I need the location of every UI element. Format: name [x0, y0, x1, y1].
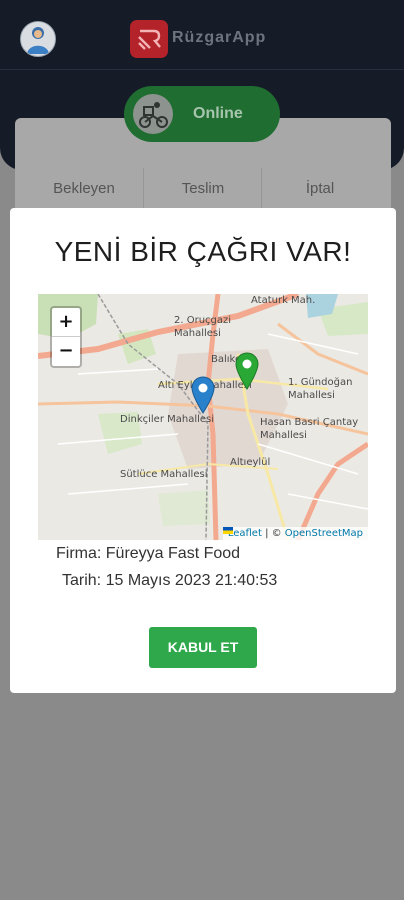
company-info: Firma: Füreyya Fast Food	[56, 545, 241, 562]
map-label: 2. Oruçgazi Mahallesi	[174, 315, 232, 339]
map-label: 1. Gündoğan Mahallesi	[288, 377, 353, 401]
tab-bekleyen[interactable]: Bekleyen	[25, 180, 143, 197]
map-label: Ataturk Mah.	[251, 295, 316, 306]
app-name: RüzgarApp	[172, 29, 267, 46]
online-toggle[interactable]: Online	[124, 86, 280, 142]
modal-title: YENİ BİR ÇAĞRI VAR!	[54, 236, 352, 267]
osm-link[interactable]: OpenStreetMap	[285, 528, 363, 539]
map-label: Altıeylül	[230, 457, 271, 468]
header-divider	[0, 69, 404, 70]
zoom-out-button[interactable]: −	[52, 337, 80, 365]
online-status-label: Online	[193, 105, 243, 122]
leaflet-link[interactable]: Leaflet	[228, 528, 262, 539]
tab-teslim[interactable]: Teslim	[144, 180, 262, 197]
tab-iptal[interactable]: İptal	[261, 180, 379, 197]
order-map[interactable]: Ataturk Mah. 2. Oruçgazi Mahallesi Balık…	[38, 294, 368, 540]
map-label: Sütlüce Mahallesi	[120, 469, 208, 480]
date-info: Tarih: 15 Mayıs 2023 21:40:53	[62, 572, 278, 589]
app-logo	[130, 20, 168, 58]
ukraine-flag-icon	[222, 527, 233, 534]
attribution-separator: | ©	[261, 528, 285, 539]
courier-avatar-icon	[27, 27, 49, 54]
profile-avatar[interactable]	[20, 21, 56, 57]
wind-logo-icon	[138, 29, 161, 50]
accept-button[interactable]: KABUL ET	[149, 627, 257, 668]
zoom-in-button[interactable]: +	[52, 308, 80, 337]
courier-scooter-icon	[133, 94, 173, 134]
map-label: Dinkçiler Mahallesi	[120, 414, 215, 425]
new-call-modal: YENİ BİR ÇAĞRI VAR! Ataturk Mah. 2. Oruç…	[10, 208, 396, 693]
map-label: Hasan Basri Çantay Mahallesi	[260, 417, 359, 441]
zoom-control: + −	[50, 306, 82, 368]
map-attribution: Leaflet | © OpenStreetMap	[222, 527, 368, 540]
